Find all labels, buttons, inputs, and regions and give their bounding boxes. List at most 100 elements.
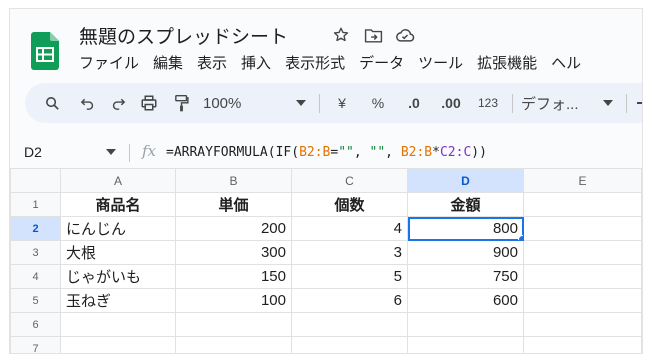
table-row: 1 商品名 単価 個数 金額 [10,192,642,217]
row-header[interactable]: 3 [10,240,61,265]
cell-c7[interactable] [291,336,408,353]
cell-c3[interactable]: 3 [291,240,408,265]
menu-format[interactable]: 表示形式 [278,52,352,73]
menu-help[interactable]: ヘル [544,52,588,73]
row-header[interactable]: 2 [10,216,61,241]
cell-d4[interactable]: 750 [407,264,524,289]
cell-b5[interactable]: 100 [175,288,292,313]
fill-handle[interactable] [518,235,523,240]
formula-bar-divider [129,144,130,162]
name-box[interactable]: D2 [24,144,42,160]
selected-cell-d2[interactable]: 800 [407,216,524,241]
cell-a3[interactable]: 大根 [60,240,176,265]
cell-e6[interactable] [523,312,642,337]
font-family-select[interactable]: デフォ... [521,83,591,123]
cell-a6[interactable] [60,312,176,337]
cell-b3[interactable]: 300 [175,240,292,265]
formula-comma: , [353,145,370,160]
cell-e1[interactable] [523,192,642,217]
menu-tools[interactable]: ツール [411,52,470,73]
sheet-grid: A B C D E 1 商品名 単価 個数 金額 2 にんじん 200 4 80… [10,168,642,353]
column-header-d[interactable]: D [407,168,524,193]
cell-a1[interactable]: 商品名 [60,192,176,217]
more-formats-button[interactable]: 123 [473,83,503,123]
decrease-decimal-label: .0 [408,95,420,111]
row-header[interactable]: 7 [10,336,61,353]
cell-d5[interactable]: 600 [407,288,524,313]
formula-ref-c: C2:C [439,145,472,160]
formula-bar: D2 fx =ARRAYFORMULA(IF(B2:B="", "", B2:B… [10,140,642,166]
menu-edit[interactable]: 編集 [146,52,190,73]
cell-c2[interactable]: 4 [291,216,408,241]
app-window: 無題のスプレッドシート ファイル 編集 表示 挿入 表示形式 データ ツール 拡… [9,8,643,354]
row-header[interactable]: 6 [10,312,61,337]
cell-b4[interactable]: 150 [175,264,292,289]
column-header-e[interactable]: E [523,168,642,193]
font-size-decrease-icon[interactable] [635,83,642,123]
column-header-b[interactable]: B [175,168,292,193]
table-row: 2 にんじん 200 4 800 [10,216,642,241]
cell-e2[interactable] [523,216,642,241]
cell-c4[interactable]: 5 [291,264,408,289]
zoom-dropdown-icon[interactable] [293,83,309,123]
decrease-decimal-button[interactable]: .0 [400,83,428,123]
move-folder-icon[interactable] [362,24,384,46]
menu-extensions[interactable]: 拡張機能 [470,52,544,73]
formula-input[interactable]: =ARRAYFORMULA(IF(B2:B="", "", B2:B*C2:C)… [166,145,487,160]
cell-e4[interactable] [523,264,642,289]
row-header[interactable]: 4 [10,264,61,289]
search-menus-icon[interactable] [37,83,67,123]
cell-a2[interactable]: にんじん [60,216,176,241]
cell-a7[interactable] [60,336,176,353]
currency-format-button[interactable]: ¥ [329,83,355,123]
toolbar: 100% ¥ % .0 .00 123 デフォ... [25,83,642,123]
cell-e7[interactable] [523,336,642,353]
cell-a5[interactable]: 玉ねぎ [60,288,176,313]
column-header-a[interactable]: A [60,168,176,193]
cell-d7[interactable] [407,336,524,353]
cell-b7[interactable] [175,336,292,353]
menu-bar: ファイル 編集 表示 挿入 表示形式 データ ツール 拡張機能 ヘル [79,52,588,73]
cell-b2[interactable]: 200 [175,216,292,241]
cell-e3[interactable] [523,240,642,265]
cell-c6[interactable] [291,312,408,337]
cell-d2-value: 800 [492,220,518,237]
table-row: 7 [10,336,642,353]
percent-format-button[interactable]: % [365,83,391,123]
redo-icon[interactable] [105,83,131,123]
font-dropdown-icon[interactable] [600,83,616,123]
document-title[interactable]: 無題のスプレッドシート [79,22,288,49]
paint-format-icon[interactable] [167,83,195,123]
menu-insert[interactable]: 挿入 [234,52,278,73]
cloud-saved-icon[interactable] [394,24,416,46]
cell-b6[interactable] [175,312,292,337]
zoom-select[interactable]: 100% [203,83,263,123]
row-header[interactable]: 1 [10,192,61,217]
column-header-c[interactable]: C [291,168,408,193]
cell-c5[interactable]: 6 [291,288,408,313]
sheets-logo-icon[interactable] [31,32,59,70]
cell-b1[interactable]: 単価 [175,192,292,217]
select-all-corner[interactable] [10,168,61,193]
menu-file[interactable]: ファイル [79,52,146,73]
cell-a4[interactable]: じゃがいも [60,264,176,289]
title-actions [330,24,416,46]
formula-multiply: * [432,145,440,160]
star-icon[interactable] [330,24,352,46]
cell-e5[interactable] [523,288,642,313]
name-box-dropdown-icon[interactable] [106,149,116,155]
toolbar-divider [626,94,627,113]
row-header[interactable]: 5 [10,288,61,313]
cell-d1[interactable]: 金額 [407,192,524,217]
formula-empty-string: "" [369,145,386,160]
menu-view[interactable]: 表示 [190,52,234,73]
cell-d6[interactable] [407,312,524,337]
cell-c1[interactable]: 個数 [291,192,408,217]
formula-ref-b: B2:B [299,145,331,160]
print-icon[interactable] [135,83,163,123]
increase-decimal-button[interactable]: .00 [435,83,467,123]
formula-empty-string: "" [338,145,354,160]
undo-icon[interactable] [74,83,100,123]
menu-data[interactable]: データ [352,52,411,73]
cell-d3[interactable]: 900 [407,240,524,265]
